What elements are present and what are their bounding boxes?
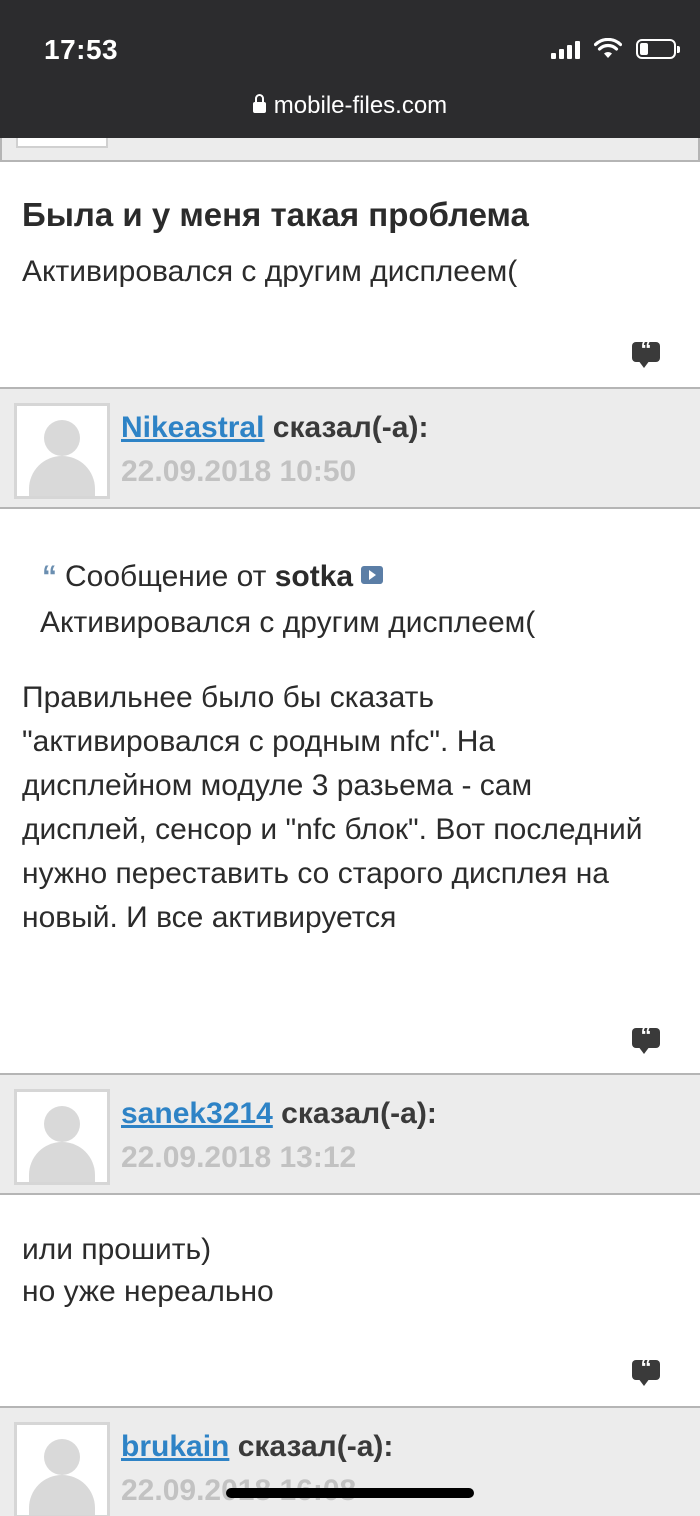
system-icons <box>551 38 680 60</box>
quote-marks-icon: “ <box>42 560 57 593</box>
quote-text: Активировался с другим дисплеем( <box>40 606 536 639</box>
home-indicator[interactable] <box>226 1488 474 1498</box>
status-time: 17:53 <box>44 34 119 65</box>
cellular-signal-icon <box>551 39 580 59</box>
address-bar[interactable]: mobile-files.com <box>0 92 700 120</box>
post-header: sanek3214 сказал(-а): 22.09.2018 13:12 <box>0 1073 700 1195</box>
avatar-partial <box>16 138 108 148</box>
author-line: sanek3214 сказал(-а): <box>121 1097 437 1131</box>
said-label: сказал(-а): <box>272 411 429 444</box>
go-to-post-icon[interactable] <box>361 566 384 584</box>
wifi-icon <box>594 38 622 58</box>
username-link[interactable]: sanek3214 <box>121 1097 273 1130</box>
post-body-line: или прошить) <box>22 1233 212 1266</box>
post-title: Была и у меня такая проблема <box>22 196 529 233</box>
quote-header: “Сообщение от sotka <box>42 560 384 594</box>
lock-icon <box>252 94 266 113</box>
quote-author: sotka <box>274 560 354 593</box>
said-label: сказал(-а): <box>237 1430 394 1463</box>
status-and-url-bar: 17:53 mobile-files.com <box>0 0 700 138</box>
author-line: brukain сказал(-а): <box>121 1430 393 1464</box>
post-header-partial <box>0 138 700 162</box>
quote-prefix: Сообщение от <box>65 560 267 593</box>
author-line: Nikeastral сказал(-а): <box>121 411 428 445</box>
default-avatar-icon[interactable] <box>14 1089 110 1185</box>
said-label: сказал(-а): <box>281 1097 437 1130</box>
battery-icon <box>636 39 680 59</box>
url-text: mobile-files.com <box>273 92 448 119</box>
quote-bubble-icon[interactable]: “ <box>632 1356 660 1386</box>
default-avatar-icon[interactable] <box>14 1422 110 1516</box>
quote-bubble-icon[interactable]: “ <box>632 338 660 368</box>
post-header: brukain сказал(-а): 22.09.2018 16:08 <box>0 1406 700 1516</box>
post-date: 22.09.2018 10:50 <box>121 455 357 488</box>
username-link[interactable]: Nikeastral <box>121 411 264 444</box>
post-body: Правильнее было бы сказать "активировалс… <box>22 681 643 934</box>
post-date: 22.09.2018 13:12 <box>121 1141 357 1174</box>
post-body: Активировался с другим дисплеем( <box>22 255 518 288</box>
default-avatar-icon[interactable] <box>14 403 110 499</box>
quote-bubble-icon[interactable]: “ <box>632 1024 660 1054</box>
username-link[interactable]: brukain <box>121 1430 229 1463</box>
post-body-line: но уже нереально <box>22 1275 274 1308</box>
post-header: Nikeastral сказал(-а): 22.09.2018 10:50 <box>0 387 700 509</box>
